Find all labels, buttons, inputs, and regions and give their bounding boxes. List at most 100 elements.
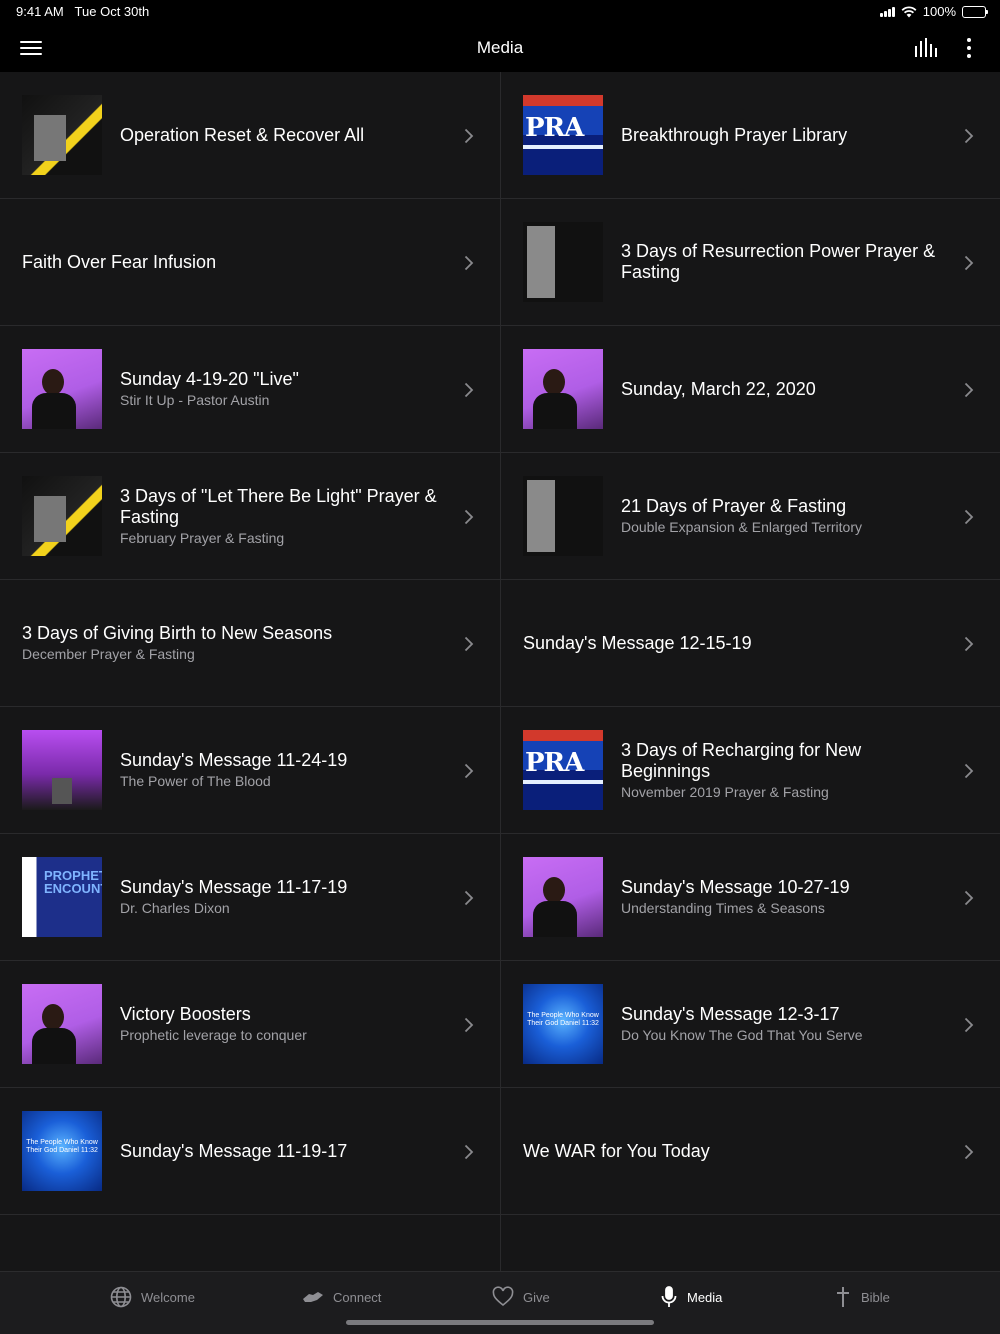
chevron-right-icon	[464, 255, 474, 276]
media-item[interactable]: 3 Days of Resurrection Power Prayer & Fa…	[500, 199, 1000, 326]
media-item[interactable]: We WAR for You Today	[500, 1088, 1000, 1215]
media-item-text: 21 Days of Prayer & Fasting Double Expans…	[621, 496, 862, 536]
status-bar: 9:41 AM Tue Oct 30th 100%	[0, 0, 1000, 24]
media-item-title: Operation Reset & Recover All	[120, 124, 365, 145]
media-item-text: We WAR for You Today	[523, 1141, 710, 1162]
media-item-text: Sunday 4-19-20 "Live" Stir It Up - Pastor…	[120, 369, 299, 409]
battery-percent: 100%	[922, 4, 956, 19]
audio-bars-icon[interactable]	[914, 38, 938, 58]
media-item-title: Sunday 4-19-20 "Live"	[120, 369, 299, 389]
page-title: Media	[476, 38, 524, 57]
media-item[interactable]: Victory Boosters Prophetic leverage to co…	[0, 961, 500, 1088]
media-item-title: We WAR for You Today	[523, 1140, 710, 1161]
media-item[interactable]: PRA 3 Days of Recharging for New Beginnin…	[500, 707, 1000, 834]
media-item[interactable]: Sunday, March 22, 2020	[500, 326, 1000, 453]
cellular-signal-icon	[879, 6, 895, 17]
media-item[interactable]: Sunday's Message 12-15-19	[500, 580, 1000, 707]
media-item-subtitle: Do You Know The God That You Serve	[621, 1027, 863, 1043]
media-thumbnail	[523, 222, 603, 302]
media-grid: Operation Reset & Recover All PRA Breakthr…	[0, 72, 1000, 1215]
media-item-text: 3 Days of Resurrection Power Prayer & Fa…	[621, 241, 941, 283]
heart-icon	[492, 1286, 514, 1307]
tab-label-give: Give	[523, 1289, 550, 1305]
chevron-right-icon	[964, 890, 974, 911]
media-item[interactable]: 21 Days of Prayer & Fasting Double Expans…	[500, 453, 1000, 580]
tab-connect[interactable]: Connect	[302, 1286, 381, 1308]
media-item-subtitle: February Prayer & Fasting	[120, 529, 285, 546]
handshake-icon	[303, 1292, 323, 1302]
media-item-title: Sunday's Message 12-3-17	[621, 1004, 840, 1024]
media-thumbnail	[22, 95, 102, 175]
media-item-title: Sunday's Message 11-19-17	[120, 1140, 348, 1161]
tab-media[interactable]: Media	[660, 1286, 722, 1308]
media-thumbnail: The People Who Know Their God Daniel 11:…	[523, 984, 603, 1064]
media-item-text: Sunday's Message 10-27-19 Understanding T…	[621, 877, 850, 917]
media-item[interactable]: 3 Days of "Let There Be Light" Prayer & …	[0, 453, 500, 580]
more-options-icon[interactable]	[962, 36, 976, 60]
media-item-title: 3 Days of "Let There Be Light" Prayer & …	[120, 485, 437, 527]
cross-icon	[837, 1287, 849, 1307]
media-thumbnail: The People Who Know Their God Daniel 11:…	[22, 1111, 102, 1191]
chevron-right-icon	[964, 1144, 974, 1165]
media-item-title: Sunday, March 22, 2020	[621, 378, 816, 399]
media-item[interactable]: Sunday 4-19-20 "Live" Stir It Up - Pastor…	[0, 326, 500, 453]
chevron-right-icon	[464, 509, 474, 530]
media-item-text: Faith Over Fear Infusion	[22, 252, 216, 273]
tab-label-welcome: Welcome	[141, 1289, 195, 1305]
status-indicators: 100%	[879, 4, 988, 19]
media-item-subtitle: Stir It Up - Pastor Austin	[120, 392, 270, 408]
status-date: Tue Oct 30th	[74, 4, 150, 19]
chevron-right-icon	[464, 636, 474, 657]
media-item-title: 21 Days of Prayer & Fasting	[621, 496, 847, 516]
media-item-subtitle: Double Expansion & Enlarged Territory	[621, 519, 862, 535]
media-item[interactable]: PROPHETIC ENCOUNT Sunday's Message 11-17-…	[0, 834, 500, 961]
media-item[interactable]: PRA Breakthrough Prayer Library	[500, 72, 1000, 199]
media-item-text: Operation Reset & Recover All	[120, 125, 364, 146]
chevron-right-icon	[464, 382, 474, 403]
chevron-right-icon	[964, 509, 974, 530]
media-item-text: Sunday's Message 12-15-19	[523, 633, 752, 654]
globe-icon	[110, 1286, 132, 1308]
media-item-text: Sunday's Message 11-24-19 The Power of Th…	[120, 750, 347, 790]
media-item[interactable]: Sunday's Message 11-24-19 The Power of Th…	[0, 707, 500, 834]
media-thumbnail: PROPHETIC ENCOUNT	[22, 857, 102, 937]
tab-welcome[interactable]: Welcome	[110, 1286, 195, 1308]
media-item-subtitle: Prophetic leverage to conquer	[120, 1027, 307, 1043]
media-item-title: 3 Days of Giving Birth to New Seasons	[22, 623, 333, 643]
media-item[interactable]: The People Who Know Their God Daniel 11:…	[0, 1088, 500, 1215]
media-item-text: Sunday's Message 12-3-17 Do You Know The …	[621, 1004, 863, 1044]
media-item-text: Victory Boosters Prophetic leverage to co…	[120, 1004, 307, 1044]
navigation-bar: Media	[0, 24, 1000, 72]
media-item[interactable]: Sunday's Message 10-27-19 Understanding T…	[500, 834, 1000, 961]
tab-bible[interactable]: Bible	[834, 1286, 890, 1308]
media-item-subtitle: Dr. Charles Dixon	[120, 900, 230, 916]
media-thumbnail	[22, 349, 102, 429]
chevron-right-icon	[464, 128, 474, 149]
chevron-right-icon	[964, 1017, 974, 1038]
media-item-text: Breakthrough Prayer Library	[621, 125, 847, 146]
wifi-icon	[901, 5, 917, 17]
tab-label-media: Media	[687, 1289, 723, 1305]
chevron-right-icon	[964, 255, 974, 276]
media-thumbnail	[523, 857, 603, 937]
home-indicator[interactable]	[346, 1320, 654, 1325]
media-item[interactable]: Faith Over Fear Infusion	[0, 199, 500, 326]
media-item[interactable]: Operation Reset & Recover All	[0, 72, 500, 199]
chevron-right-icon	[464, 890, 474, 911]
media-item[interactable]: 3 Days of Giving Birth to New Seasons Dec…	[0, 580, 500, 707]
media-thumbnail: PRA	[523, 95, 603, 175]
media-thumbnail	[22, 730, 102, 810]
media-item-title: Sunday's Message 12-15-19	[523, 632, 752, 653]
media-item[interactable]: The People Who Know Their God Daniel 11:…	[500, 961, 1000, 1088]
tab-label-bible: Bible	[861, 1289, 890, 1305]
tab-label-connect: Connect	[333, 1289, 382, 1305]
tab-give[interactable]: Give	[492, 1286, 550, 1308]
media-thumbnail	[523, 349, 603, 429]
media-item-text: 3 Days of Recharging for New Beginnings N…	[621, 740, 941, 801]
media-item-title: 3 Days of Recharging for New Beginnings	[621, 739, 862, 781]
media-item-title: 3 Days of Resurrection Power Prayer & Fa…	[621, 241, 936, 282]
media-item-title: Sunday's Message 10-27-19	[621, 877, 850, 897]
media-item-title: Breakthrough Prayer Library	[621, 124, 848, 145]
chevron-right-icon	[964, 128, 974, 149]
media-item-title: Faith Over Fear Infusion	[22, 251, 217, 272]
